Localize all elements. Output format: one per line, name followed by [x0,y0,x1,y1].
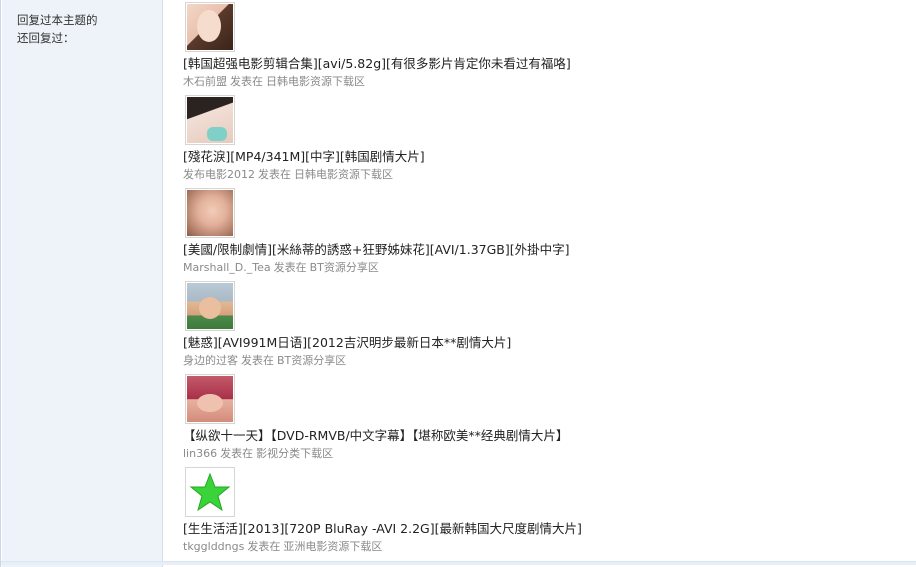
list-item: 【纵欲十一天】【DVD-RMVB/中文字幕】【堪称欧美**经典剧情大片】 lin… [183,374,916,467]
thread-meta: 身边的过客 发表在 BT资源分享区 [183,354,916,368]
thread-title-link[interactable]: [殘花淚][MP4/341M][中字][韩国剧情大片] [183,149,916,165]
thread-meta: 木石前盟 发表在 日韩电影资源下载区 [183,75,916,89]
posted-in-text: 发表在 [241,354,274,367]
star-icon [189,472,231,512]
posted-in-text: 发表在 [230,75,263,88]
forum-link[interactable]: 日韩电影资源下载区 [266,75,365,88]
posted-in-text: 发表在 [273,261,307,274]
forum-link[interactable]: BT资源分享区 [277,354,346,367]
forum-link[interactable]: 影视分类下载区 [256,447,333,460]
list-item: [魅惑][AVI991M日语][2012吉沢明步最新日本**剧情大片] 身边的过… [183,281,916,374]
thread-title-link[interactable]: [生生活活][2013][720P BluRay -AVI 2.2G][最新韩国… [183,521,916,537]
avatar-image [187,4,233,50]
author-link[interactable]: lin366 [183,447,217,460]
reply-list: [韩国超强电影剪辑合集][avi/5.82g][有很多影片肯定你未看过有福咯] … [164,0,916,567]
thread-meta: Marshall_D._Tea 发表在 BT资源分享区 [183,261,916,275]
avatar-image [187,469,233,515]
thread-title-link[interactable]: [韩国超强电影剪辑合集][avi/5.82g][有很多影片肯定你未看过有福咯] [183,56,916,72]
posted-in-text: 发表在 [247,540,281,553]
sidebar: 回复过本主题的还回复过： [2,0,163,567]
avatar[interactable] [185,2,235,52]
avatar[interactable] [185,188,235,238]
avatar-image [187,190,233,236]
thread-title-link[interactable]: [魅惑][AVI991M日语][2012吉沢明步最新日本**剧情大片] [183,335,916,351]
author-link[interactable]: tkgglddngs [183,540,244,553]
author-link[interactable]: 发布电影2012 [183,168,255,181]
avatar-image [187,283,233,329]
avatar[interactable] [185,467,235,517]
forum-link[interactable]: BT资源分享区 [310,261,379,274]
avatar[interactable] [185,281,235,331]
posted-in-text: 发表在 [258,168,291,181]
sidebar-label: 回复过本主题的还回复过： [17,13,98,45]
author-link[interactable]: 木石前盟 [183,75,227,88]
thread-title-link[interactable]: 【纵欲十一天】【DVD-RMVB/中文字幕】【堪称欧美**经典剧情大片】 [183,428,916,444]
posted-in-text: 发表在 [220,447,254,460]
author-link[interactable]: Marshall_D._Tea [183,261,271,274]
forum-link[interactable]: 亚洲电影资源下载区 [283,540,382,553]
list-item: [殘花淚][MP4/341M][中字][韩国剧情大片] 发布电影2012 发表在日… [183,95,916,188]
related-replies-panel: 回复过本主题的还回复过： [韩国超强电影剪辑合集][avi/5.82g][有很多… [0,0,916,567]
thread-title-link[interactable]: [美國/限制劇情][米絲蒂的誘惑+狂野姊妹花][AVI/1.37GB][外掛中字… [183,242,916,258]
author-link[interactable]: 身边的过客 [183,354,238,367]
forum-link[interactable]: 日韩电影资源下载区 [294,168,393,181]
avatar-image [187,97,233,143]
thread-meta: 发布电影2012 发表在 日韩电影资源下载区 [183,168,916,182]
avatar[interactable] [185,95,235,145]
thread-meta: tkgglddngs 发表在 亚洲电影资源下载区 [183,540,916,554]
list-item: [生生活活][2013][720P BluRay -AVI 2.2G][最新韩国… [183,467,916,557]
list-item: [美國/限制劇情][米絲蒂的誘惑+狂野姊妹花][AVI/1.37GB][外掛中字… [183,188,916,281]
thread-meta: lin366 发表在 影视分类下载区 [183,447,916,461]
panel-bottom-divider [1,561,916,565]
avatar[interactable] [185,374,235,424]
avatar-image [187,376,233,422]
list-item: [韩国超强电影剪辑合集][avi/5.82g][有很多影片肯定你未看过有福咯] … [183,2,916,95]
